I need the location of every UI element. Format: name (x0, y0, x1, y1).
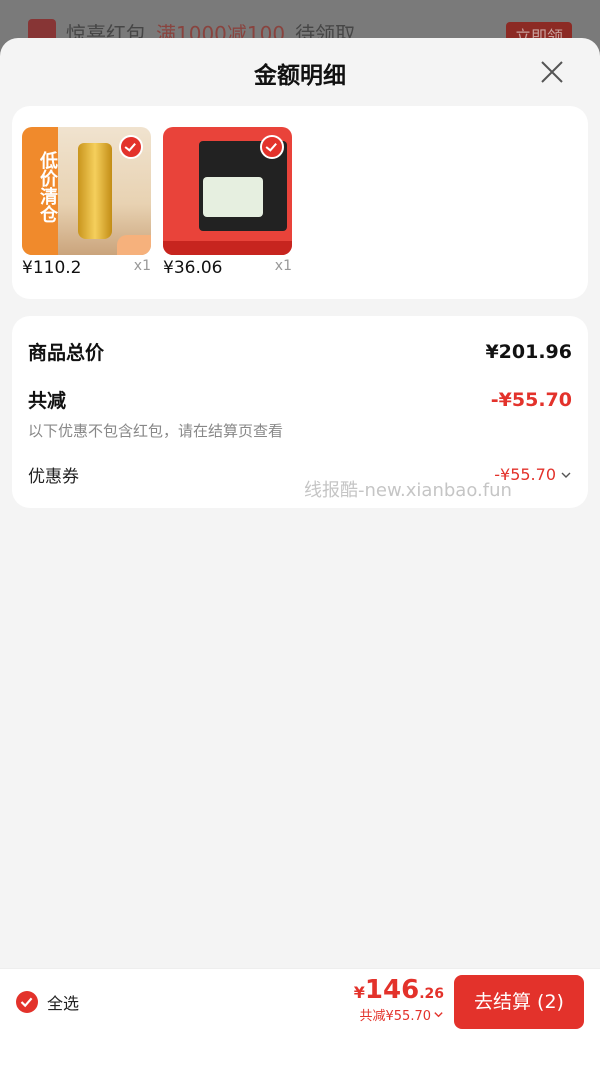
selected-check-icon[interactable] (119, 135, 143, 159)
product-item[interactable]: ¥36.06 x1 (163, 127, 292, 278)
price-decimal: .26 (419, 986, 444, 1002)
total-label: 商品总价 (28, 342, 105, 364)
select-all-toggle[interactable]: 全选 (16, 990, 79, 1014)
reduce-summary[interactable]: 共减¥55.70 (354, 1005, 444, 1024)
price-integer: 146 (364, 975, 420, 1005)
total-value: ¥201.96 (485, 340, 572, 363)
product-side-label: 低价清仓 (22, 127, 58, 255)
product-image: 低价清仓 (22, 127, 151, 255)
checkout-footer: 全选 ¥146.26 共减¥55.70 去结算 (2) (0, 968, 600, 1034)
reduce-label: 共减 (28, 390, 67, 412)
select-all-label: 全选 (47, 994, 80, 1013)
products-card: 低价清仓 ¥110.2 x1 ¥36.06 x1 (12, 106, 588, 299)
product-image (163, 127, 292, 255)
serum-bottle-image (78, 143, 112, 239)
product-quantity: x1 (133, 258, 151, 274)
sheet-title: 金额明细 (254, 63, 346, 89)
chevron-down-icon (561, 472, 571, 478)
amount-detail-sheet: 金额明细 低价清仓 ¥110.2 x1 ¥36.06 x1 商品总价 ¥201.… (0, 38, 600, 1080)
reduce-summary-text: 共减¥55.70 (359, 1009, 432, 1024)
bottom-safe-area (0, 1034, 600, 1080)
select-all-check-icon[interactable] (16, 991, 38, 1013)
product-item[interactable]: 低价清仓 ¥110.2 x1 (22, 127, 151, 278)
coupon-label: 优惠券 (28, 467, 79, 487)
tissue-pack-box-image (203, 177, 263, 217)
final-price: ¥146.26 (354, 975, 444, 1005)
price-summary: ¥146.26 共减¥55.70 (354, 975, 444, 1024)
product-promo-bar (163, 241, 292, 255)
reduce-row: 共减 -¥55.70 (28, 386, 572, 413)
selected-check-icon[interactable] (260, 135, 284, 159)
product-price: ¥36.06 (163, 258, 223, 278)
total-row: 商品总价 ¥201.96 (28, 338, 572, 365)
chevron-down-icon (434, 1012, 443, 1018)
checkout-button[interactable]: 去结算 (2) (454, 975, 584, 1029)
product-price: ¥110.2 (22, 258, 82, 278)
price-currency: ¥ (353, 983, 365, 1002)
product-tag (117, 235, 151, 255)
product-quantity: x1 (274, 258, 292, 274)
close-icon[interactable] (540, 60, 564, 84)
reduce-value: -¥55.70 (490, 388, 572, 411)
discount-note: 以下优惠不包含红包，请在结算页查看 (28, 422, 284, 440)
watermark: 线报酷-new.xianbao.fun (304, 480, 512, 501)
